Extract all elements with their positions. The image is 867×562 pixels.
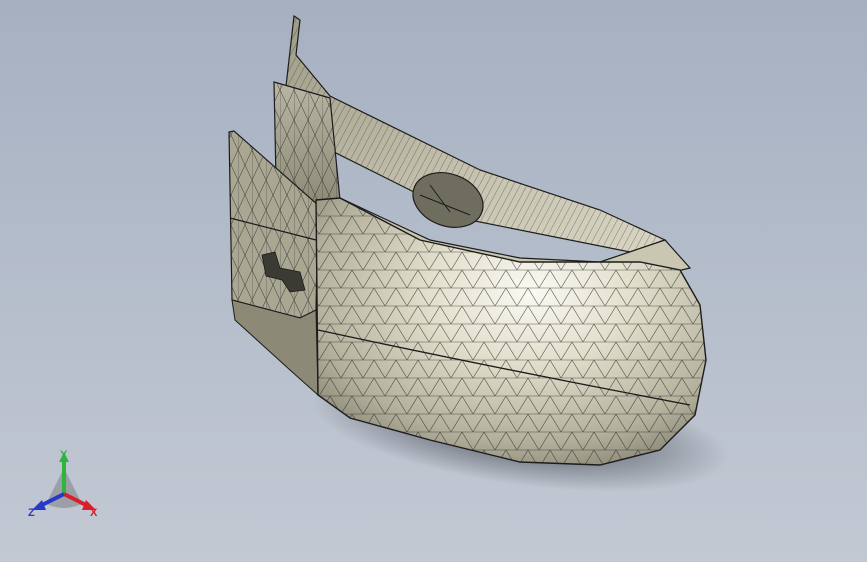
triad-z-label: Z bbox=[28, 507, 35, 519]
triad-y-label: Y bbox=[60, 449, 68, 461]
graphics-viewport[interactable]: Y X Z bbox=[0, 0, 867, 562]
triad-x-label: X bbox=[90, 507, 98, 519]
view-orientation-triad[interactable]: Y X Z bbox=[24, 446, 104, 526]
meshed-part-model[interactable] bbox=[0, 0, 867, 562]
